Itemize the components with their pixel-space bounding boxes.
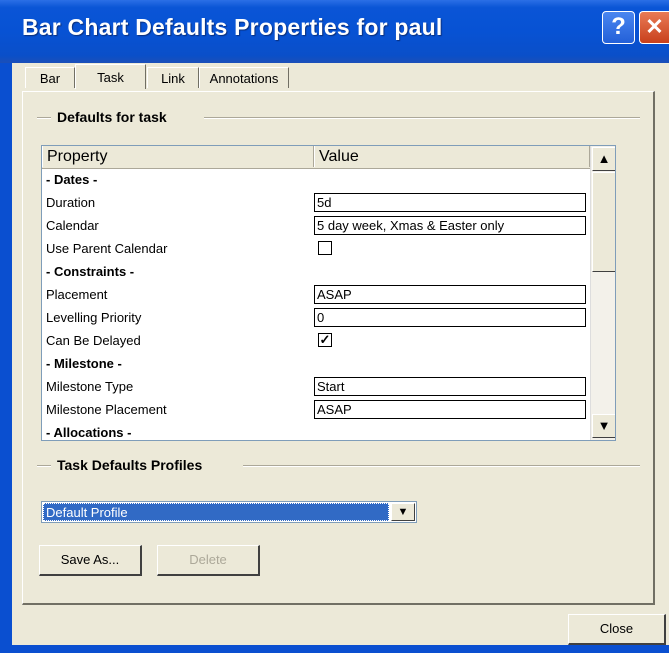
window-close-button[interactable]: ✕ [639, 11, 669, 44]
group-divider [243, 465, 640, 467]
tab-task[interactable]: Task [75, 64, 146, 89]
grid-property-row[interactable]: Milestone Type Start [42, 375, 590, 398]
grid-property-row[interactable]: Use Parent Calendar [42, 237, 590, 260]
title-bar[interactable]: Bar Chart Defaults Properties for paul ?… [0, 0, 669, 63]
close-label: Close [599, 621, 634, 636]
scroll-thumb[interactable] [592, 172, 615, 272]
save-as-label: Save As... [60, 552, 120, 567]
property-label: Levelling Priority [46, 310, 142, 325]
grid-property-row[interactable]: Milestone Placement ASAP [42, 398, 590, 421]
profiles-group-title: Task Defaults Profiles [51, 457, 209, 473]
property-checkbox[interactable]: ✓ [318, 333, 332, 347]
property-value-field[interactable]: ASAP [314, 400, 586, 419]
section-label: - Dates - [46, 172, 98, 187]
property-value-field[interactable]: 0 [314, 308, 586, 327]
grid-property-row[interactable]: Calendar 5 day week, Xmas & Easter only [42, 214, 590, 237]
group-divider [204, 117, 640, 119]
delete-button: Delete [157, 545, 260, 576]
check-icon: ✓ [319, 332, 331, 347]
tab-annotations[interactable]: Annotations [199, 67, 289, 88]
chevron-down-icon: ▼ [397, 506, 409, 518]
grid-section-row: - Constraints - [42, 260, 590, 283]
property-grid[interactable]: Property Value - Dates - Duration 5d Calend… [41, 145, 616, 441]
profile-dropdown-value[interactable]: Default Profile [43, 503, 389, 521]
close-button[interactable]: Close [568, 614, 666, 645]
grid-section-row: - Dates - [42, 168, 590, 191]
grid-property-row[interactable]: Duration 5d [42, 191, 590, 214]
help-button[interactable]: ? [602, 11, 635, 44]
grid-property-row[interactable]: Placement ASAP [42, 283, 590, 306]
property-value-field[interactable]: 5d [314, 193, 586, 212]
property-label: Can Be Delayed [46, 333, 141, 348]
grid-scrollbar[interactable]: ▲ ▼ [590, 146, 615, 440]
property-label: Milestone Type [46, 379, 134, 394]
property-label: Placement [46, 287, 108, 302]
chevron-up-icon: ▲ [597, 151, 611, 166]
defaults-group-title: Defaults for task [51, 109, 173, 125]
scroll-down-button[interactable]: ▼ [592, 414, 615, 438]
property-label: Milestone Placement [46, 402, 167, 417]
chevron-down-icon: ▼ [597, 418, 611, 433]
profile-dropdown-button[interactable]: ▼ [391, 503, 415, 521]
save-as-button[interactable]: Save As... [39, 545, 142, 576]
grid-property-row[interactable]: Levelling Priority 0 [42, 306, 590, 329]
tab-link[interactable]: Link [147, 67, 199, 88]
property-column-header[interactable]: Property [42, 146, 314, 167]
tab-bar[interactable]: Bar [25, 67, 75, 88]
grid-property-row[interactable]: Can Be Delayed ✓ [42, 329, 590, 352]
property-value-field[interactable]: Start [314, 377, 586, 396]
profile-dropdown[interactable]: Default Profile ▼ [41, 501, 417, 523]
grid-header: Property Value [42, 146, 590, 169]
property-label: Duration [46, 195, 96, 210]
value-column-header[interactable]: Value [314, 146, 590, 167]
close-icon: ✕ [645, 14, 664, 39]
section-label: - Milestone - [46, 356, 122, 371]
window-title: Bar Chart Defaults Properties for paul [22, 14, 443, 40]
grid-section-row: - Allocations - [42, 421, 590, 440]
grid-section-row: - Milestone - [42, 352, 590, 375]
window-frame-bottom [0, 645, 669, 653]
property-checkbox[interactable] [318, 241, 332, 255]
window-frame-left [0, 63, 12, 653]
property-value-field[interactable]: ASAP [314, 285, 586, 304]
property-value-field[interactable]: 5 day week, Xmas & Easter only [314, 216, 586, 235]
section-label: - Allocations - [46, 425, 132, 440]
scroll-up-button[interactable]: ▲ [592, 147, 615, 171]
help-icon: ? [611, 13, 626, 40]
property-label: Use Parent Calendar [46, 241, 168, 256]
property-label: Calendar [46, 218, 99, 233]
section-label: - Constraints - [46, 264, 135, 279]
delete-label: Delete [189, 552, 227, 567]
